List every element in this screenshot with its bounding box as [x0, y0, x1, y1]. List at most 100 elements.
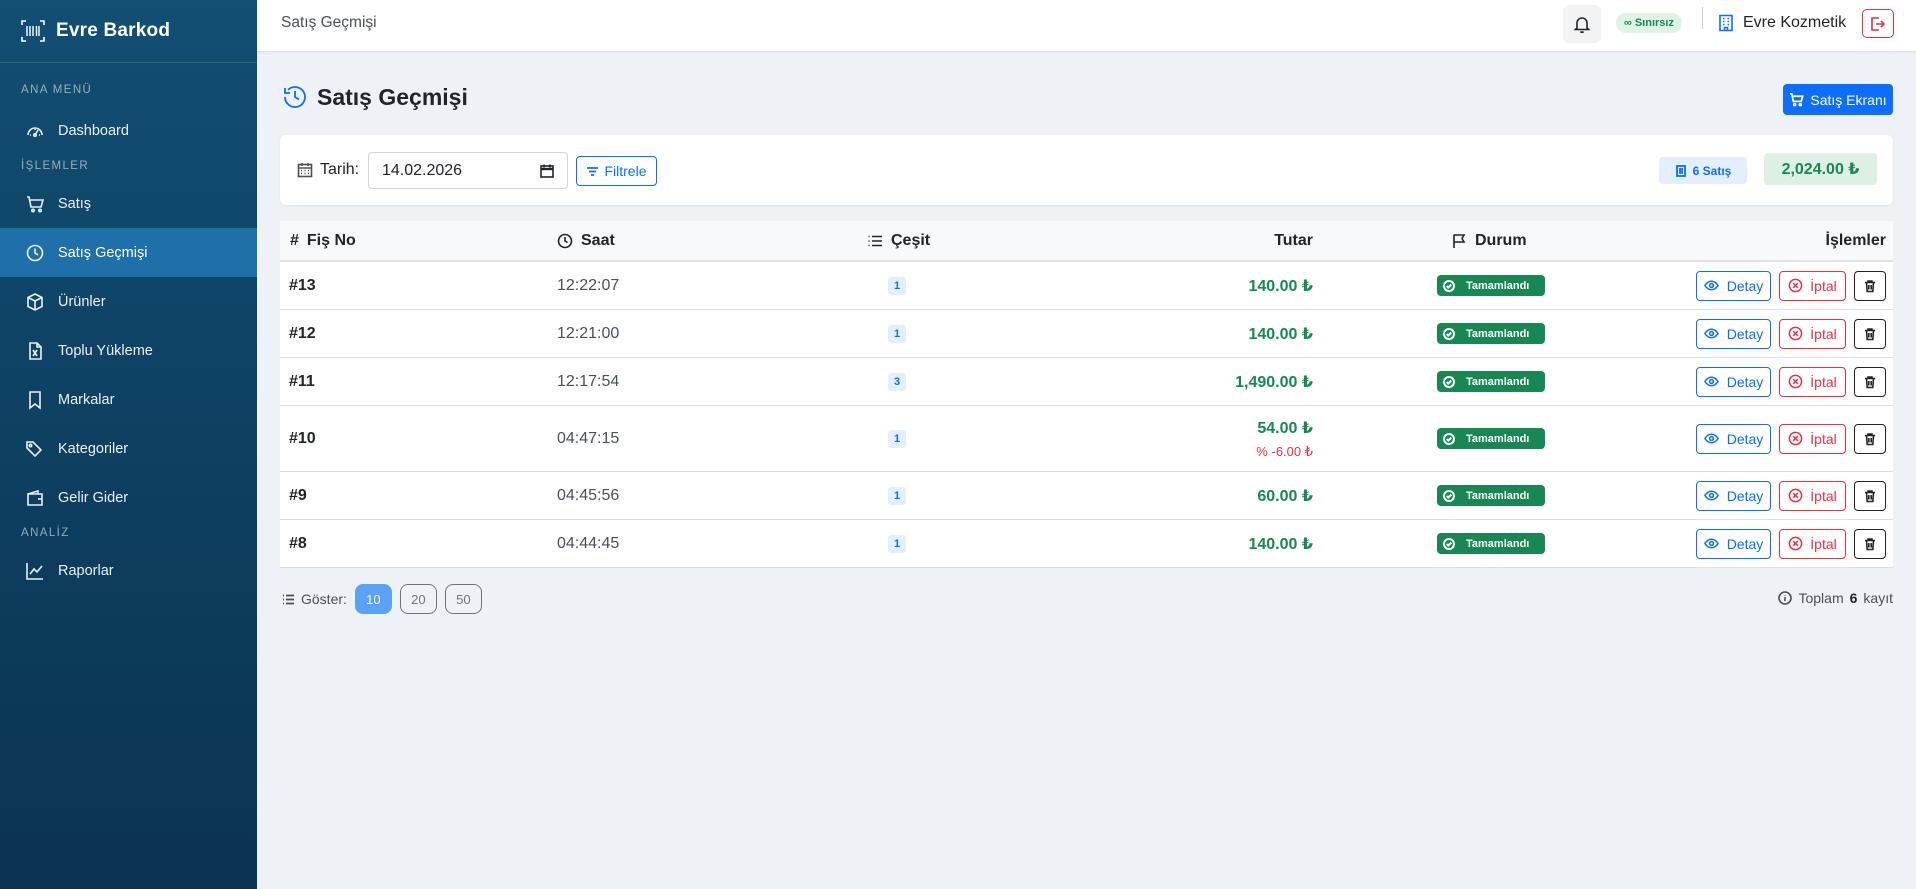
total-records: Toplam 6 kayıt [1778, 590, 1893, 606]
sale-time: 12:17:54 [557, 372, 620, 390]
sidebar-item-satis-gecmisi[interactable]: Satış Geçmişi [0, 228, 257, 277]
column-label: Tutar [1274, 231, 1313, 249]
page-size-selector: Göster: 10 20 50 [282, 584, 482, 614]
table-row: #12 12:21:00 1 140.00 ₺ Tamamlandı Detay… [280, 310, 1893, 358]
detail-button[interactable]: Detay [1696, 318, 1771, 349]
detail-button[interactable]: Detay [1696, 366, 1771, 397]
item-count-badge: 3 [887, 372, 907, 391]
eye-icon [1703, 328, 1719, 339]
sale-time: 12:21:00 [557, 324, 620, 342]
page-size-50[interactable]: 50 [444, 584, 482, 614]
sidebar-item-label: Markalar [58, 391, 115, 408]
total-count: 6 [1849, 590, 1858, 606]
sidebar-item-markalar[interactable]: Markalar [0, 375, 257, 424]
x-circle-icon [1788, 488, 1803, 503]
page-size-10[interactable]: 10 [354, 584, 392, 614]
cancel-button[interactable]: İptal [1779, 480, 1846, 511]
item-count: 3 [886, 358, 908, 405]
sale-time: 12:22:07 [557, 276, 620, 294]
sidebar-item-kategoriler[interactable]: Kategoriler [0, 424, 257, 473]
chart-line-icon [25, 561, 45, 581]
item-count-badge: 1 [887, 486, 907, 505]
date-label: Tarih: [297, 135, 359, 205]
detail-label: Detay [1726, 373, 1764, 390]
column-label: Çeşit [891, 231, 931, 249]
delete-button[interactable] [1854, 366, 1886, 397]
brand-name: Evre Barkod [56, 20, 171, 41]
detail-button[interactable]: Detay [1696, 528, 1771, 559]
sale-amount: 140.00 ₺ [1248, 262, 1313, 309]
table-header: # Fiş No Saat Çeşit Tutar Durum İşlemler [280, 221, 1893, 262]
delete-button[interactable] [1854, 480, 1886, 511]
speedometer-icon [25, 121, 45, 141]
filter-card: Tarih: 14.02.2026 Filtrele 6 Satış 2,024… [280, 135, 1893, 205]
info-icon [1778, 591, 1793, 605]
percent-icon: % [1256, 443, 1268, 459]
sale-time: 04:44:45 [557, 534, 620, 552]
trash-icon [1865, 375, 1875, 388]
sidebar-item-label: Dashboard [58, 122, 129, 139]
delete-button[interactable] [1854, 528, 1886, 559]
status-pill: Tamamlandı [1437, 485, 1546, 506]
sidebar-item-gelir-gider[interactable]: Gelir Gider [0, 473, 257, 522]
status-text: Tamamlandı [1460, 371, 1538, 392]
sales-screen-button[interactable]: Satış Ekranı [1783, 84, 1893, 115]
status-text: Tamamlandı [1460, 533, 1538, 554]
status-badge: Tamamlandı [1437, 262, 1546, 309]
cancel-button[interactable]: İptal [1779, 423, 1846, 454]
cancel-button[interactable]: İptal [1779, 528, 1846, 559]
sidebar-item-toplu-yukleme[interactable]: Toplu Yükleme [0, 326, 257, 375]
row-actions: Detay İptal [1696, 310, 1886, 357]
calendar-picker-icon[interactable] [540, 164, 554, 178]
detail-button[interactable]: Detay [1696, 270, 1771, 301]
delete-button[interactable] [1854, 270, 1886, 301]
clock-icon [557, 233, 573, 248]
company-selector[interactable]: Evre Kozmetik [1717, 0, 1846, 46]
brand[interactable]: Evre Barkod [0, 0, 257, 63]
item-count: 1 [886, 310, 908, 357]
column-label: Fiş No [306, 231, 356, 249]
logout-button[interactable] [1862, 9, 1894, 38]
hash-icon: # [290, 231, 299, 249]
check-circle-icon [1443, 279, 1455, 292]
page-size-20[interactable]: 20 [399, 584, 437, 614]
cancel-button[interactable]: İptal [1779, 366, 1846, 397]
filter-button-label: Filtrele [604, 163, 647, 179]
notifications-button[interactable] [1563, 5, 1601, 43]
detail-button[interactable]: Detay [1696, 480, 1771, 511]
status-pill: Tamamlandı [1437, 428, 1546, 449]
sale-time: 04:47:15 [557, 429, 620, 447]
amount-value: 140.00 ₺ [1248, 535, 1313, 553]
status-text: Tamamlandı [1460, 428, 1538, 449]
table-body: #13 12:22:07 1 140.00 ₺ Tamamlandı Detay… [280, 262, 1893, 568]
cart-icon [1790, 93, 1805, 107]
trash-icon [1865, 279, 1875, 292]
x-circle-icon [1788, 326, 1803, 341]
sidebar-item-label: Satış Geçmişi [58, 244, 148, 261]
sales-screen-label: Satış Ekranı [1810, 91, 1887, 108]
sidebar-item-satis[interactable]: Satış [0, 179, 257, 228]
receipt-number: #11 [289, 372, 315, 390]
sale-amount: 140.00 ₺ [1248, 520, 1313, 567]
column-header-saat: Saat [557, 221, 615, 260]
discount-value: -6.00 ₺ [1271, 443, 1313, 459]
cancel-button[interactable]: İptal [1779, 270, 1846, 301]
sidebar-item-raporlar[interactable]: Raporlar [0, 546, 257, 595]
filter-button[interactable]: Filtrele [576, 156, 657, 186]
column-header-durum: Durum [1451, 221, 1527, 260]
cancel-button[interactable]: İptal [1779, 318, 1846, 349]
barcode-icon [21, 20, 45, 42]
flag-icon [1453, 233, 1466, 248]
sidebar-item-dashboard[interactable]: Dashboard [0, 106, 257, 155]
receipt-number: #10 [289, 429, 316, 447]
delete-button[interactable] [1854, 318, 1886, 349]
cancel-label: İptal [1810, 277, 1837, 294]
delete-button[interactable] [1854, 423, 1886, 454]
date-label-text: Tarih: [320, 161, 360, 178]
row-actions: Detay İptal [1696, 472, 1886, 519]
status-badge: Tamamlandı [1437, 406, 1546, 471]
date-field[interactable]: 14.02.2026 [368, 152, 568, 189]
detail-button[interactable]: Detay [1696, 423, 1771, 454]
sidebar-item-urunler[interactable]: Ürünler [0, 277, 257, 326]
filter-icon [587, 166, 599, 176]
